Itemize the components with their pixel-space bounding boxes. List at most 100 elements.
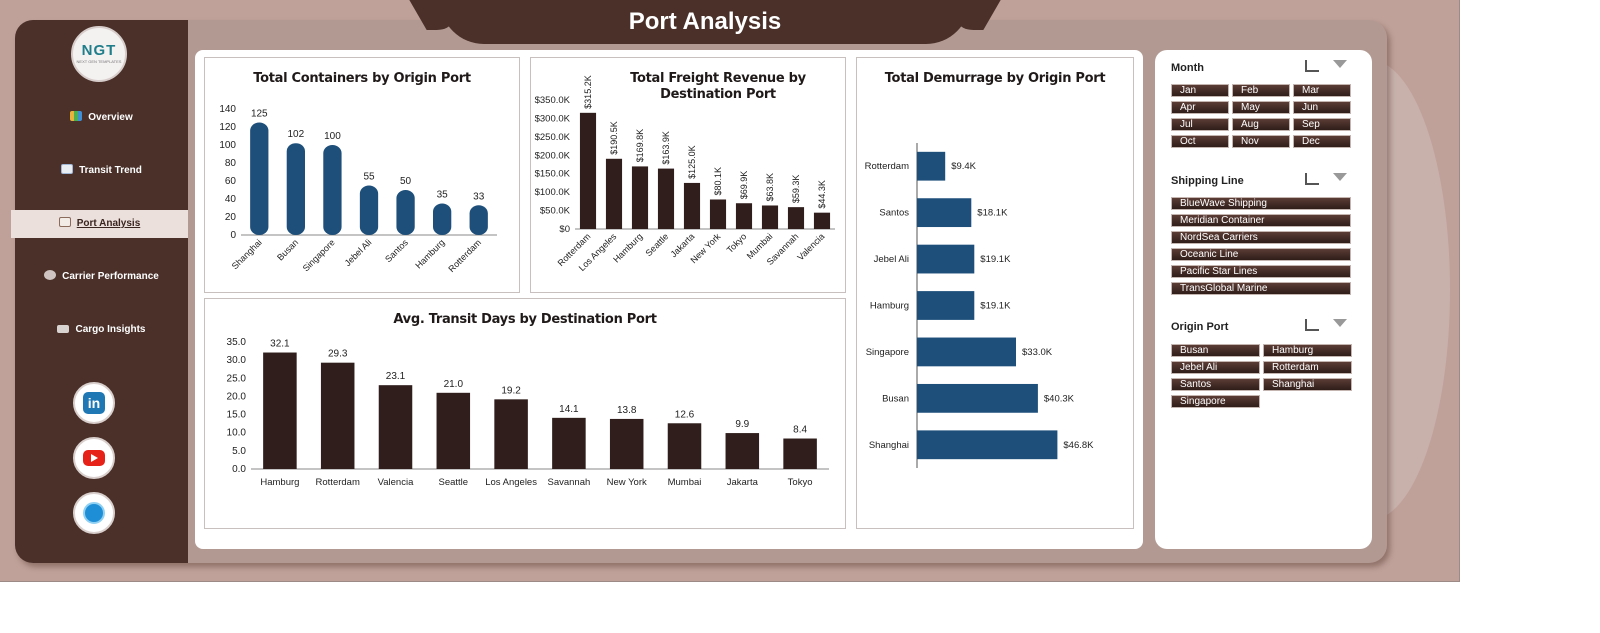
bar xyxy=(263,352,297,469)
website-button[interactable] xyxy=(73,492,115,534)
sidebar: NGT NEXT GEN TEMPLATES Overview Transit … xyxy=(11,20,188,563)
data-label: 29.3 xyxy=(328,349,348,360)
card-total-containers: Total Containers by Origin Port 0 20 40 60 8… xyxy=(204,57,520,293)
data-label: 19.2 xyxy=(501,385,521,396)
month-chip[interactable]: Oct xyxy=(1171,135,1229,148)
shipping-line-chip[interactable]: Pacific Star Lines xyxy=(1171,265,1351,278)
nav-carrier-performance-label: Carrier Performance xyxy=(62,271,159,282)
data-label: $125.0K xyxy=(687,145,697,179)
bar xyxy=(917,198,972,228)
nav-carrier-performance[interactable]: Carrier Performance xyxy=(15,263,188,291)
data-label: 9.9 xyxy=(735,419,749,430)
linkedin-button[interactable]: in xyxy=(73,382,115,424)
month-chip[interactable]: Dec xyxy=(1293,135,1351,148)
folder-icon xyxy=(57,325,70,333)
bar xyxy=(396,190,415,235)
month-chip[interactable]: Aug xyxy=(1232,118,1290,131)
bar xyxy=(917,430,1058,460)
shipping-line-chip[interactable]: NordSea Carriers xyxy=(1171,231,1351,244)
clear-filter-icon[interactable] xyxy=(1333,173,1347,181)
month-chip[interactable]: Apr xyxy=(1171,101,1229,114)
shipping-line-chip[interactable]: Meridian Container xyxy=(1171,214,1351,227)
month-chip[interactable]: Feb xyxy=(1232,84,1290,97)
data-label: $59.3K xyxy=(791,175,801,204)
bar xyxy=(250,122,269,235)
x-tick-label: Savannah xyxy=(548,477,591,488)
origin-port-chip[interactable]: Santos xyxy=(1171,378,1260,391)
data-label: 23.1 xyxy=(386,371,406,382)
y-tick-label: $150.0K xyxy=(535,169,571,180)
multi-select-icon[interactable] xyxy=(1305,319,1319,331)
y-tick-label: 120 xyxy=(219,122,236,133)
origin-port-slicer-title: Origin Port xyxy=(1171,321,1229,333)
origin-port-chip[interactable]: Rotterdam xyxy=(1263,361,1352,374)
bar xyxy=(725,433,760,469)
bar xyxy=(783,438,817,469)
origin-port-chip[interactable]: Singapore xyxy=(1171,395,1260,408)
bar xyxy=(631,166,649,229)
bar xyxy=(683,182,701,229)
nav-port-analysis[interactable]: Port Analysis xyxy=(11,210,188,238)
nav-transit-trend[interactable]: Transit Trend xyxy=(15,157,188,185)
month-chip[interactable]: Jun xyxy=(1293,101,1351,114)
origin-port-chip[interactable]: Shanghai xyxy=(1263,378,1352,391)
y-tick-label: $100.0K xyxy=(535,187,571,198)
nav-cargo-insights[interactable]: Cargo Insights xyxy=(15,316,188,344)
y-tick-label: Busan xyxy=(882,393,909,404)
month-chip[interactable]: Sep xyxy=(1293,118,1351,131)
bar xyxy=(552,417,586,469)
month-slicer-title: Month xyxy=(1171,62,1204,74)
y-tick-label: Hamburg xyxy=(870,301,909,312)
bar xyxy=(709,199,727,229)
month-chip[interactable]: Nov xyxy=(1232,135,1290,148)
bar xyxy=(378,385,413,469)
month-chip[interactable]: Mar xyxy=(1293,84,1351,97)
shipping-line-chip[interactable]: Oceanic Line xyxy=(1171,248,1351,261)
data-label: 100 xyxy=(324,131,341,142)
origin-port-chip[interactable]: Busan xyxy=(1171,344,1260,357)
bar xyxy=(813,212,831,229)
y-tick-label: 20.0 xyxy=(227,391,247,402)
month-chip[interactable]: Jul xyxy=(1171,118,1229,131)
y-tick-label: 30.0 xyxy=(227,355,247,366)
y-tick-label: Singapore xyxy=(866,347,909,358)
data-label: 102 xyxy=(288,129,305,140)
multi-select-icon[interactable] xyxy=(1305,173,1319,185)
bar xyxy=(359,185,379,235)
clear-filter-icon[interactable] xyxy=(1333,60,1347,68)
y-tick-label: Santos xyxy=(879,208,909,219)
y-tick-label: 15.0 xyxy=(227,410,247,421)
globe-icon xyxy=(83,502,105,524)
bar xyxy=(433,203,452,235)
y-tick-label: 0.0 xyxy=(232,464,246,475)
ngt-logo[interactable]: NGT NEXT GEN TEMPLATES xyxy=(71,26,127,82)
shipping-line-slicer-title: Shipping Line xyxy=(1171,175,1244,187)
data-label: $315.2K xyxy=(583,75,593,109)
x-tick-label: Jebel Ali xyxy=(343,237,374,268)
nav-overview[interactable]: Overview xyxy=(15,104,188,132)
x-tick-label: Rotterdam xyxy=(316,477,360,488)
clear-filter-icon[interactable] xyxy=(1333,319,1347,327)
origin-port-chip[interactable]: Hamburg xyxy=(1263,344,1352,357)
bar xyxy=(609,418,644,469)
x-tick-label: Seattle xyxy=(644,231,671,258)
youtube-button[interactable] xyxy=(73,437,115,479)
filter-panel: Month Jan Feb Mar Apr May Jun Jul Aug Sep Oct Nov D… xyxy=(1155,50,1372,549)
data-label: $163.9K xyxy=(661,131,671,165)
month-chip[interactable]: May xyxy=(1232,101,1290,114)
shipping-line-chip[interactable]: BlueWave Shipping xyxy=(1171,197,1351,210)
x-tick-label: Busan xyxy=(275,237,300,262)
card-transit-days: Avg. Transit Days by Destination Port 0.… xyxy=(204,298,846,529)
data-label: $69.9K xyxy=(739,171,749,200)
shipping-line-chip[interactable]: TransGlobal Marine xyxy=(1171,282,1351,295)
x-tick-label: Valencia xyxy=(378,477,414,488)
x-tick-label: Rotterdam xyxy=(446,237,483,274)
month-chip[interactable]: Jan xyxy=(1171,84,1229,97)
page-title: Port Analysis xyxy=(440,0,970,44)
x-tick-label: Valencia xyxy=(795,231,826,262)
y-tick-label: $350.0K xyxy=(535,95,571,106)
bar xyxy=(469,205,488,235)
origin-port-chip[interactable]: Jebel Ali xyxy=(1171,361,1260,374)
multi-select-icon[interactable] xyxy=(1305,60,1319,72)
data-label: 50 xyxy=(400,176,412,187)
